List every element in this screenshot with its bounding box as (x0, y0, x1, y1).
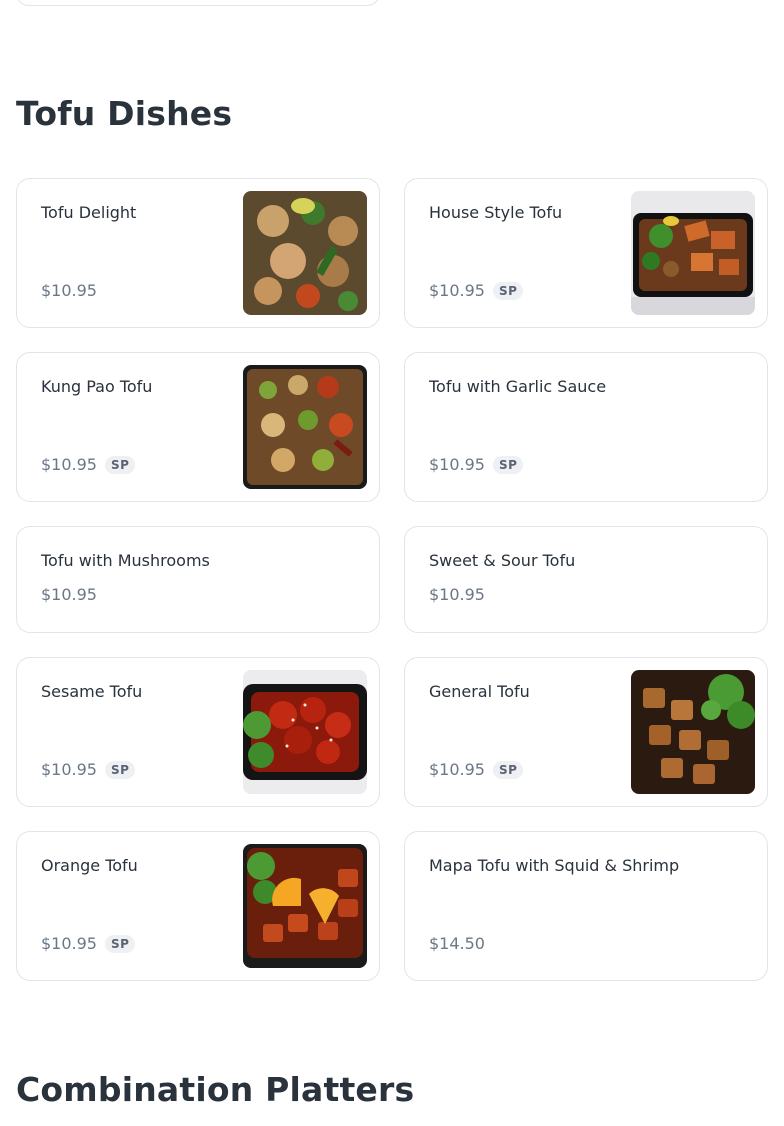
menu-item-name: Sweet & Sour Tofu (429, 551, 576, 570)
food-photo-icon (243, 365, 367, 489)
previous-menu-card[interactable] (16, 0, 380, 6)
spicy-badge: SP (104, 934, 136, 953)
menu-item-name: House Style Tofu (429, 203, 563, 222)
menu-item-price: $10.95 (429, 455, 485, 474)
menu-item-price: $10.95 (41, 934, 97, 953)
menu-item-price: $10.95 (429, 281, 485, 300)
menu-item-name: General Tofu (429, 682, 530, 701)
menu-item-sweet-sour-tofu[interactable]: Sweet & Sour Tofu $10.95 (404, 526, 768, 633)
food-photo-icon (243, 844, 367, 968)
menu-item-price: $10.95 (41, 455, 97, 474)
menu-item-price: $10.95 (41, 760, 97, 779)
food-photo-icon (631, 191, 755, 315)
menu-item-name: Kung Pao Tofu (41, 377, 153, 396)
menu-item-name: Mapa Tofu with Squid & Shrimp (429, 856, 680, 875)
menu-item-general-tofu[interactable]: General Tofu $10.95 SP (404, 657, 768, 807)
menu-item-mapa-tofu-with-squid-shrimp[interactable]: Mapa Tofu with Squid & Shrimp $14.50 (404, 831, 768, 981)
menu-item-name: Tofu Delight (41, 203, 137, 222)
menu-item-price: $10.95 (41, 585, 97, 604)
menu-item-tofu-with-garlic-sauce[interactable]: Tofu with Garlic Sauce $10.95 SP (404, 352, 768, 502)
food-photo-icon (631, 670, 755, 794)
section-title-tofu-dishes: Tofu Dishes (16, 94, 233, 133)
spicy-badge: SP (492, 760, 524, 779)
menu-item-orange-tofu[interactable]: Orange Tofu $10.95 SP (16, 831, 380, 981)
menu-item-price: $10.95 (429, 760, 485, 779)
menu-item-sesame-tofu[interactable]: Sesame Tofu $10.95 SP (16, 657, 380, 807)
menu-item-price: $10.95 (429, 585, 485, 604)
menu-item-house-style-tofu[interactable]: House Style Tofu $10.95 SP (404, 178, 768, 328)
menu-item-name: Sesame Tofu (41, 682, 143, 701)
food-photo-icon (243, 191, 367, 315)
menu-item-name: Orange Tofu (41, 856, 138, 875)
spicy-badge: SP (492, 455, 524, 474)
menu-page: Tofu Dishes Tofu Delight $10.95 House St… (0, 0, 784, 1126)
menu-item-name: Tofu with Garlic Sauce (429, 377, 607, 396)
spicy-badge: SP (492, 281, 524, 300)
menu-item-price: $14.50 (429, 934, 485, 953)
spicy-badge: SP (104, 455, 136, 474)
food-photo-icon (243, 670, 367, 794)
menu-item-name: Tofu with Mushrooms (41, 551, 210, 570)
spicy-badge: SP (104, 760, 136, 779)
menu-item-kung-pao-tofu[interactable]: Kung Pao Tofu $10.95 SP (16, 352, 380, 502)
menu-item-tofu-with-mushrooms[interactable]: Tofu with Mushrooms $10.95 (16, 526, 380, 633)
menu-item-price: $10.95 (41, 281, 97, 300)
menu-item-tofu-delight[interactable]: Tofu Delight $10.95 (16, 178, 380, 328)
section-title-combination-platters: Combination Platters (16, 1070, 415, 1109)
